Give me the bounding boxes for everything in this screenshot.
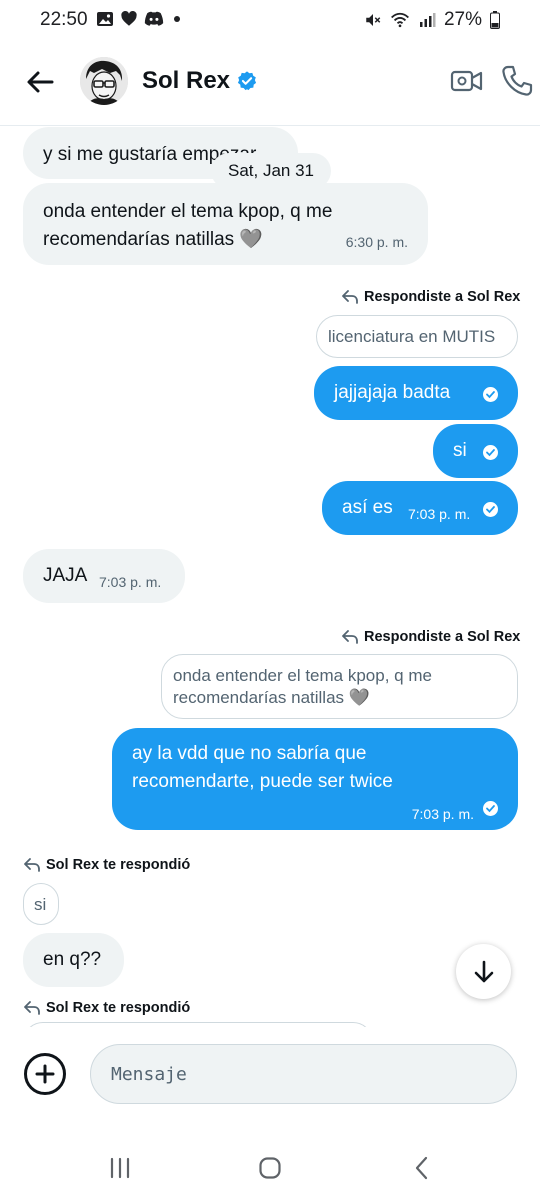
discord-icon bbox=[144, 11, 164, 26]
battery-percent: 27% bbox=[443, 9, 482, 30]
read-receipt-icon bbox=[483, 801, 498, 816]
message-composer bbox=[0, 1027, 540, 1127]
quoted-message[interactable]: si bbox=[23, 883, 59, 925]
gallery-icon bbox=[97, 12, 113, 26]
mute-icon bbox=[366, 14, 381, 26]
battery-icon bbox=[490, 11, 500, 29]
recent-apps-icon[interactable] bbox=[108, 1156, 132, 1180]
message-timestamp: 6:30 p. m. bbox=[345, 234, 408, 250]
read-receipt-icon bbox=[483, 502, 498, 517]
wifi-icon bbox=[390, 12, 409, 28]
signal-icon bbox=[419, 13, 436, 27]
message-outgoing[interactable]: así es 7:03 p. m. bbox=[322, 481, 518, 535]
scroll-to-bottom-button[interactable] bbox=[456, 944, 511, 999]
read-receipt-icon bbox=[483, 387, 498, 402]
reply-arrow-icon bbox=[342, 290, 358, 304]
back-arrow-icon[interactable] bbox=[24, 66, 56, 98]
message-incoming[interactable]: en q?? bbox=[23, 933, 124, 987]
phone-call-icon[interactable] bbox=[500, 64, 534, 98]
avatar-illustration-icon bbox=[80, 57, 128, 105]
reply-indicator: Respondiste a Sol Rex bbox=[341, 289, 520, 305]
read-receipt-icon bbox=[483, 445, 498, 460]
avatar[interactable] bbox=[80, 57, 128, 105]
message-outgoing[interactable]: si bbox=[433, 424, 518, 478]
conversation-header: Sol Rex bbox=[0, 40, 540, 126]
notification-dot-icon bbox=[174, 16, 180, 22]
message-list[interactable]: y si me gustaría empezar onda entender e… bbox=[0, 127, 540, 1027]
message-outgoing[interactable]: ay la vdd que no sabría que recomendarte… bbox=[112, 728, 518, 830]
verified-badge-icon bbox=[237, 71, 257, 91]
reply-indicator: Sol Rex te respondió bbox=[23, 1000, 190, 1016]
message-timestamp: 7:03 p. m. bbox=[408, 506, 471, 522]
reply-arrow-icon bbox=[24, 1001, 40, 1015]
date-separator: Sat, Jan 31 bbox=[211, 153, 332, 189]
message-input[interactable] bbox=[90, 1044, 517, 1104]
home-icon[interactable] bbox=[258, 1156, 282, 1180]
quoted-message[interactable]: licenciatura en MUTIS bbox=[316, 315, 518, 358]
add-attachment-button[interactable] bbox=[24, 1053, 66, 1095]
reply-arrow-icon bbox=[24, 858, 40, 872]
quoted-message[interactable]: onda entender el tema kpop, q me recomen… bbox=[161, 654, 518, 719]
reply-arrow-icon bbox=[342, 630, 358, 644]
status-bar: 22:50 27% bbox=[0, 0, 540, 40]
back-nav-icon[interactable] bbox=[410, 1156, 434, 1180]
arrow-down-icon bbox=[474, 960, 493, 982]
message-timestamp: 7:03 p. m. bbox=[411, 806, 474, 822]
video-call-icon[interactable] bbox=[450, 66, 484, 96]
reply-indicator: Respondiste a Sol Rex bbox=[341, 629, 520, 645]
plus-icon bbox=[35, 1064, 55, 1084]
system-navigation-bar bbox=[0, 1140, 540, 1200]
message-incoming[interactable]: JAJA 7:03 p. m. bbox=[23, 549, 185, 603]
message-outgoing[interactable]: jajjajaja badta bbox=[314, 366, 518, 420]
heart-icon bbox=[121, 10, 137, 26]
reply-indicator: Sol Rex te respondió bbox=[23, 857, 190, 873]
message-timestamp: 7:03 p. m. bbox=[99, 574, 162, 590]
contact-name[interactable]: Sol Rex bbox=[142, 67, 258, 95]
message-incoming[interactable]: onda entender el tema kpop, q me recomen… bbox=[23, 183, 428, 265]
status-time: 22:50 bbox=[40, 9, 88, 30]
